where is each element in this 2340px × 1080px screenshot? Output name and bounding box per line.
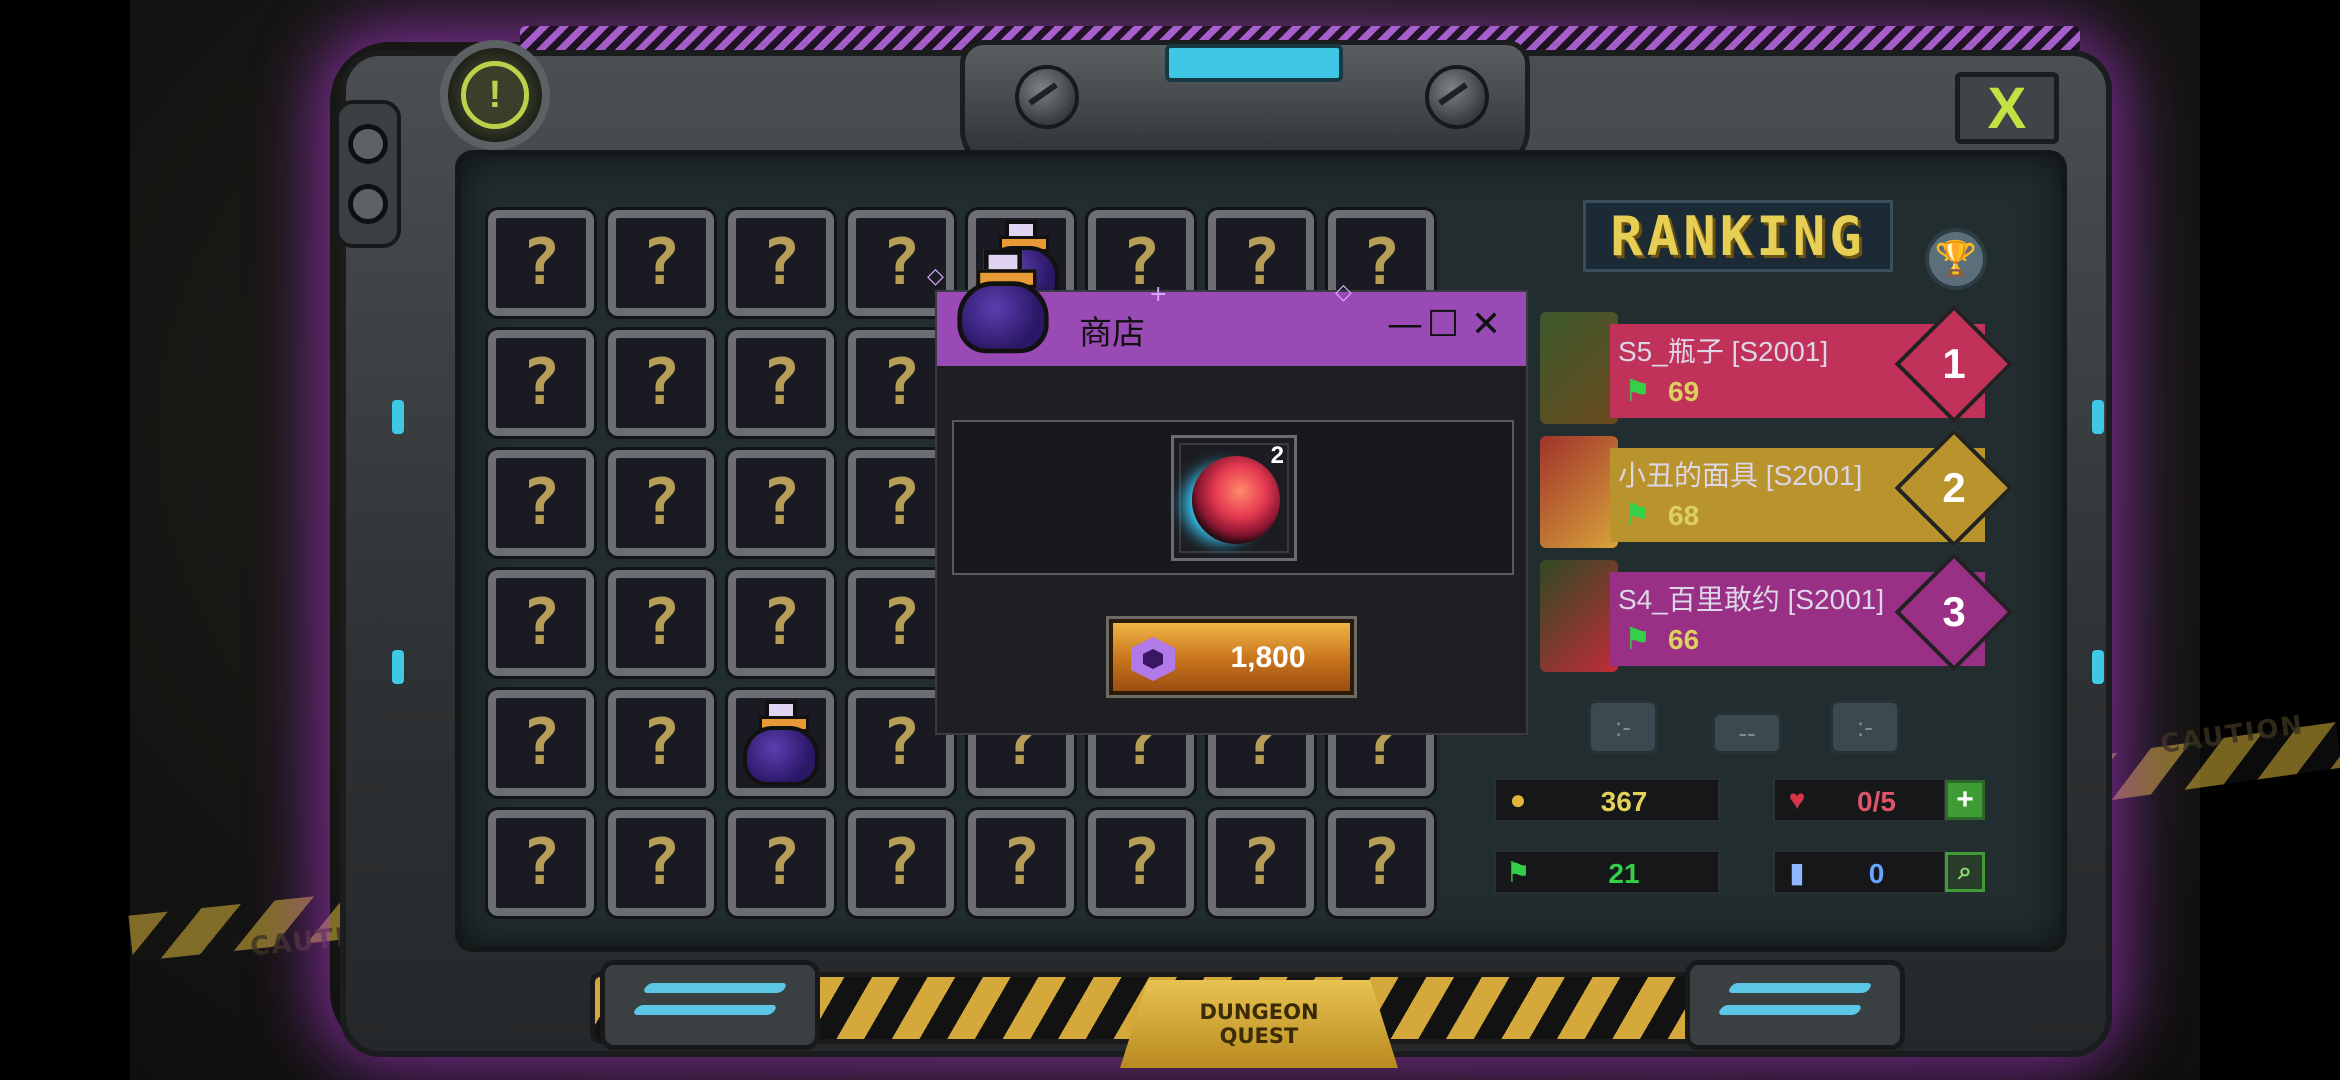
- minimize-button[interactable]: —: [1387, 304, 1423, 345]
- potion-icon: [741, 700, 821, 786]
- face-icon: --: [1712, 712, 1782, 754]
- left-letterbox: [0, 0, 130, 1080]
- unknown-cell[interactable]: ?: [725, 807, 837, 919]
- unknown-cell[interactable]: ?: [605, 567, 717, 679]
- rank-name: S4_百里敢约 [S2001]: [1618, 578, 1885, 618]
- flags-value: 21: [1608, 858, 1640, 889]
- rank-number: 3: [1942, 588, 1966, 635]
- unknown-cell[interactable]: ?: [845, 807, 957, 919]
- shop-window: ◇ + ◇ 商店 — ☐ ✕ 2 1,800: [927, 250, 1528, 735]
- tickets-stat: ▮ 0: [1773, 850, 1946, 894]
- bolt-left: [1015, 65, 1079, 129]
- flags-stat: ⚑ 21: [1494, 850, 1720, 894]
- side-light: [2092, 650, 2104, 684]
- dungeon-quest-line1: DUNGEON: [1199, 1000, 1319, 1024]
- side-light: [2092, 400, 2104, 434]
- face-icon: :-: [1830, 700, 1900, 754]
- hex-gem-icon: [1131, 637, 1175, 681]
- face-icon: :-: [1588, 700, 1658, 754]
- trophy-icon[interactable]: 🏆: [1925, 228, 1987, 290]
- close-shop-button[interactable]: ✕: [1471, 304, 1501, 345]
- unknown-cell[interactable]: ?: [1085, 807, 1197, 919]
- unknown-cell[interactable]: ?: [965, 807, 1077, 919]
- price-label: 1,800: [1230, 641, 1306, 674]
- exclamation-icon: !: [461, 61, 529, 129]
- heart-icon: ♥: [1788, 784, 1806, 815]
- rank-score: 69: [1668, 376, 1700, 407]
- avatar: [1540, 312, 1618, 424]
- rank-score: 66: [1668, 624, 1700, 655]
- ticket-icon: ▮: [1789, 856, 1805, 888]
- flag-icon: ⚑: [1505, 856, 1531, 888]
- unknown-cell[interactable]: ?: [605, 807, 717, 919]
- sparkle-icon: ◇: [927, 264, 944, 289]
- close-button[interactable]: X: [1955, 72, 2059, 144]
- vent: [642, 983, 788, 993]
- sparkle-icon: ◇: [1335, 280, 1352, 305]
- unknown-cell[interactable]: ?: [485, 807, 597, 919]
- tickets-value: 0: [1868, 858, 1885, 889]
- unknown-cell[interactable]: ?: [485, 447, 597, 559]
- flag-icon: ⚑: [1624, 623, 1651, 656]
- side-light: [392, 400, 404, 434]
- coins-value: 367: [1600, 786, 1648, 817]
- rank-score: 68: [1668, 500, 1700, 531]
- side-light: [392, 650, 404, 684]
- item-quantity: 2: [1270, 442, 1284, 469]
- item-slot[interactable]: 2: [1171, 435, 1297, 561]
- coins-stat: ● 367: [1494, 778, 1720, 822]
- avatar: [1540, 560, 1618, 672]
- maximize-button[interactable]: ☐: [1427, 304, 1459, 345]
- unknown-cell[interactable]: ?: [485, 327, 597, 439]
- flag-icon: ⚑: [1624, 375, 1651, 408]
- top-light: [1165, 44, 1343, 82]
- dungeon-quest-line2: QUEST: [1219, 1024, 1299, 1048]
- vent: [1717, 1005, 1863, 1015]
- vent: [632, 1005, 778, 1015]
- buy-button[interactable]: 1,800: [1106, 616, 1357, 698]
- shop-title: 商店: [1079, 314, 1145, 351]
- rank-name: 小丑的面具 [S2001]: [1618, 454, 1863, 494]
- unknown-cell[interactable]: ?: [605, 687, 717, 799]
- unknown-cell[interactable]: ?: [725, 567, 837, 679]
- flag-icon: ⚑: [1624, 499, 1651, 532]
- potion-cell[interactable]: [725, 687, 837, 799]
- dungeon-quest-button[interactable]: DUNGEON QUEST: [1120, 980, 1398, 1068]
- bolt-right: [1425, 65, 1489, 129]
- rank-row-3[interactable]: S4_百里敢约 [S2001] ⚑ 66 3: [1540, 552, 2014, 672]
- vent: [1727, 983, 1873, 993]
- unknown-cell[interactable]: ?: [605, 447, 717, 559]
- side-knob: [335, 100, 401, 248]
- potion-icon: [955, 250, 1051, 354]
- unknown-cell[interactable]: ?: [605, 327, 717, 439]
- rank-row-1[interactable]: S5_瓶子 [S2001] ⚑ 69 1: [1540, 304, 2014, 424]
- unknown-cell[interactable]: ?: [725, 447, 837, 559]
- rank-name: S5_瓶子 [S2001]: [1618, 330, 1829, 370]
- info-button[interactable]: !: [440, 40, 550, 150]
- add-hearts-button[interactable]: +: [1945, 780, 1985, 820]
- sparkle-icon: +: [1149, 282, 1168, 307]
- rank-number: 1: [1942, 340, 1966, 387]
- unknown-cell[interactable]: ?: [725, 327, 837, 439]
- right-letterbox: [2200, 0, 2340, 1080]
- item-panel: 2: [952, 420, 1514, 575]
- unknown-cell[interactable]: ?: [1325, 807, 1437, 919]
- rank-number: 2: [1942, 464, 1966, 511]
- hearts-value: 0/5: [1857, 786, 1896, 817]
- rank-row-2[interactable]: 小丑的面具 [S2001] ⚑ 68 2: [1540, 428, 2014, 548]
- hearts-stat: ♥ 0/5: [1773, 778, 1946, 822]
- red-gem-icon: [1192, 456, 1280, 544]
- unknown-cell[interactable]: ?: [725, 207, 837, 319]
- ranking-title: RANKING: [1583, 200, 1893, 272]
- unknown-cell[interactable]: ?: [485, 567, 597, 679]
- unknown-cell[interactable]: ?: [605, 207, 717, 319]
- unknown-cell[interactable]: ?: [485, 207, 597, 319]
- bottom-plate-right: [1685, 960, 1905, 1050]
- coin-icon: ●: [1509, 784, 1527, 815]
- avatar: [1540, 436, 1618, 548]
- unknown-cell[interactable]: ?: [485, 687, 597, 799]
- bottom-plate-left: [600, 960, 820, 1050]
- search-button[interactable]: ⌕: [1945, 852, 1985, 892]
- unknown-cell[interactable]: ?: [1205, 807, 1317, 919]
